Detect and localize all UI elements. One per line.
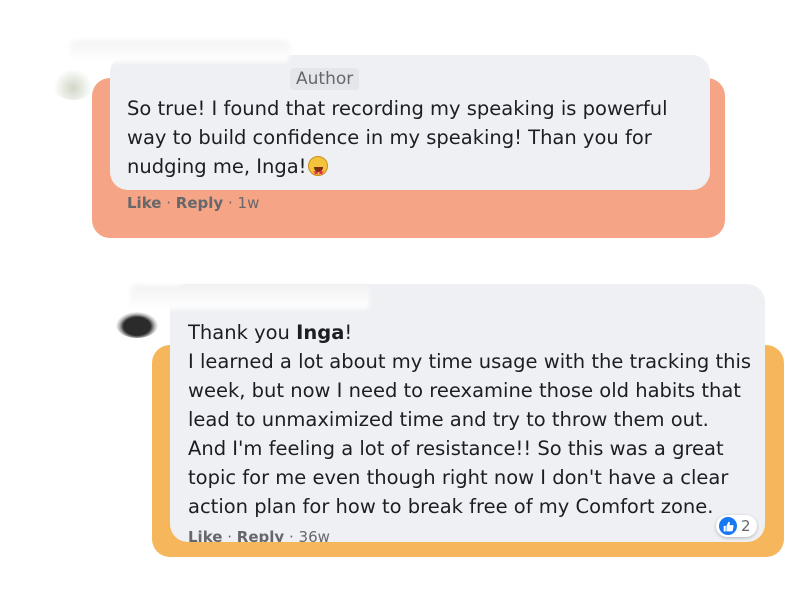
separator-dot: · <box>288 528 294 542</box>
separator-dot: · <box>227 528 233 542</box>
comment2-actions: Like · Reply · 36w <box>188 528 330 542</box>
thumbs-up-icon <box>719 517 737 535</box>
mentioned-name[interactable]: Inga <box>296 321 344 344</box>
comment1-author-line: Author <box>290 68 360 90</box>
comment1-text-body: So true! I found that recording my speak… <box>127 97 668 178</box>
comment1-reply-link[interactable]: Reply <box>176 194 223 212</box>
comment1-like-link[interactable]: Like <box>127 194 161 212</box>
comment2-author-name-redacted <box>130 285 370 309</box>
reaction-summary[interactable]: 2 <box>716 515 757 537</box>
comment2-avatar[interactable] <box>116 312 158 338</box>
comment2-reply-link[interactable]: Reply <box>237 528 284 542</box>
comment1-timestamp[interactable]: 1w <box>238 194 260 212</box>
reaction-count: 2 <box>741 517 751 535</box>
separator-dot: · <box>166 194 172 212</box>
comment2-text-start: Thank you <box>188 321 297 344</box>
star-struck-emoji-icon <box>308 156 329 187</box>
author-badge: Author <box>290 68 360 90</box>
comment2-text: Thank you Inga! I learned a lot about my… <box>188 318 763 521</box>
comment2-actions-clip: Like · Reply · 36w <box>188 528 348 542</box>
separator-dot: · <box>227 194 233 212</box>
comment1-text: So true! I found that recording my speak… <box>127 94 707 187</box>
comment2-timestamp[interactable]: 36w <box>299 528 330 542</box>
comment1-actions: Like · Reply · 1w <box>127 194 259 212</box>
comment1-author-name-redacted <box>70 40 290 62</box>
comment1-avatar[interactable] <box>52 70 94 100</box>
comment2-text-rest: ! I learned a lot about my time usage wi… <box>188 321 752 518</box>
comment2-like-link[interactable]: Like <box>188 528 222 542</box>
